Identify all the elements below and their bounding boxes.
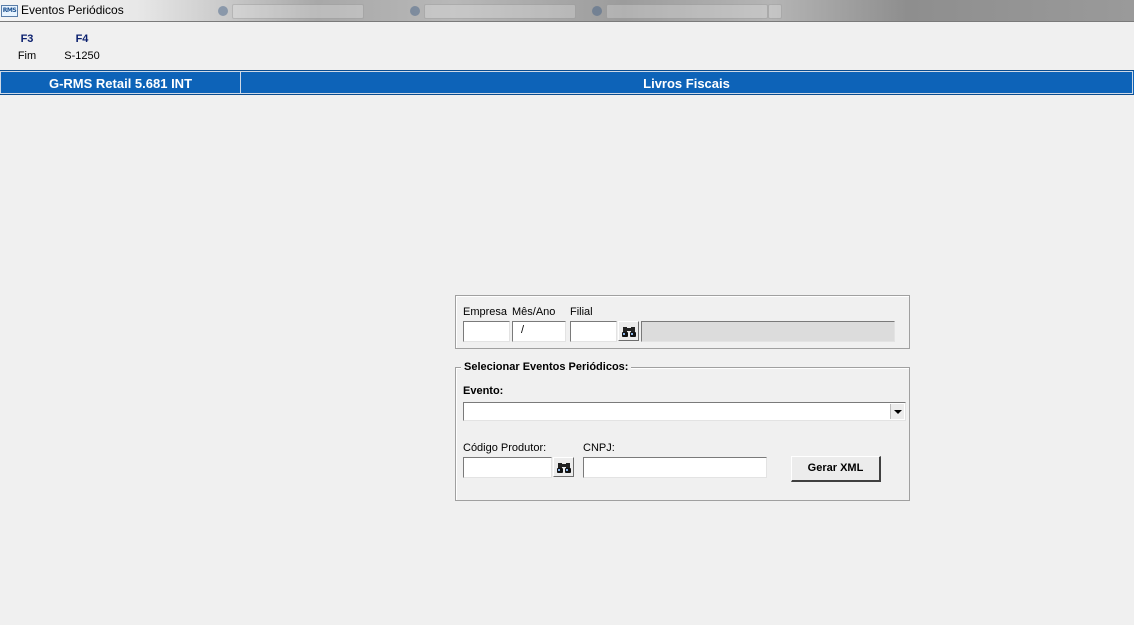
filial-description-field xyxy=(641,321,895,342)
module-title: Livros Fiscais xyxy=(240,71,1133,94)
cnpj-field[interactable] xyxy=(583,457,767,478)
function-key-code: F3 xyxy=(20,33,34,45)
eventos-group-legend: Selecionar Eventos Periódicos: xyxy=(461,361,632,373)
header-bar: G-RMS Retail 5.681 INT Livros Fiscais xyxy=(0,70,1134,95)
filial-label: Filial xyxy=(570,306,593,318)
window-title-bar[interactable]: RMS Eventos Periódicos xyxy=(0,0,1134,22)
taskbar-ghost-tab xyxy=(768,4,782,19)
cnpj-label: CNPJ: xyxy=(583,442,615,454)
chevron-down-icon[interactable] xyxy=(890,404,904,419)
taskbar-app-icon xyxy=(218,6,228,16)
filter-group: Empresa Mês/Ano Filial / xyxy=(455,295,910,349)
taskbar-app-icon xyxy=(592,6,602,16)
function-key-f3[interactable]: F3 Fim xyxy=(12,22,42,63)
binoculars-icon xyxy=(557,463,571,473)
codigo-produtor-field[interactable] xyxy=(463,457,552,478)
function-key-label: S-1250 xyxy=(64,50,100,62)
binoculars-icon xyxy=(622,327,636,337)
filial-field[interactable] xyxy=(570,321,617,342)
codigo-produtor-label: Código Produtor: xyxy=(463,442,547,454)
function-key-toolbar: F3 Fim F4 S-1250 xyxy=(0,22,1134,70)
taskbar-ghost-tab xyxy=(424,4,576,19)
function-key-label: Fim xyxy=(17,50,37,62)
eventos-group: Selecionar Eventos Periódicos: Evento: C… xyxy=(455,361,910,501)
mes-ano-field[interactable]: / xyxy=(512,321,566,342)
taskbar-ghost-tab xyxy=(606,4,768,19)
taskbar-app-icon xyxy=(410,6,420,16)
codigo-produtor-search-button[interactable] xyxy=(553,457,574,477)
empresa-field[interactable] xyxy=(463,321,510,342)
filial-search-button[interactable] xyxy=(618,321,639,341)
window-title: Eventos Periódicos xyxy=(21,3,124,17)
taskbar-ghost-tab xyxy=(232,4,364,19)
function-key-code: F4 xyxy=(75,33,89,45)
empresa-label: Empresa xyxy=(463,306,508,318)
evento-select[interactable] xyxy=(463,402,906,421)
evento-label: Evento: xyxy=(463,385,504,397)
function-key-f4[interactable]: F4 S-1250 xyxy=(62,22,102,63)
app-version-label: G-RMS Retail 5.681 INT xyxy=(0,71,241,94)
app-icon: RMS xyxy=(1,5,18,17)
gerar-xml-button[interactable]: Gerar XML xyxy=(791,456,881,482)
mes-ano-label: Mês/Ano xyxy=(512,306,556,318)
